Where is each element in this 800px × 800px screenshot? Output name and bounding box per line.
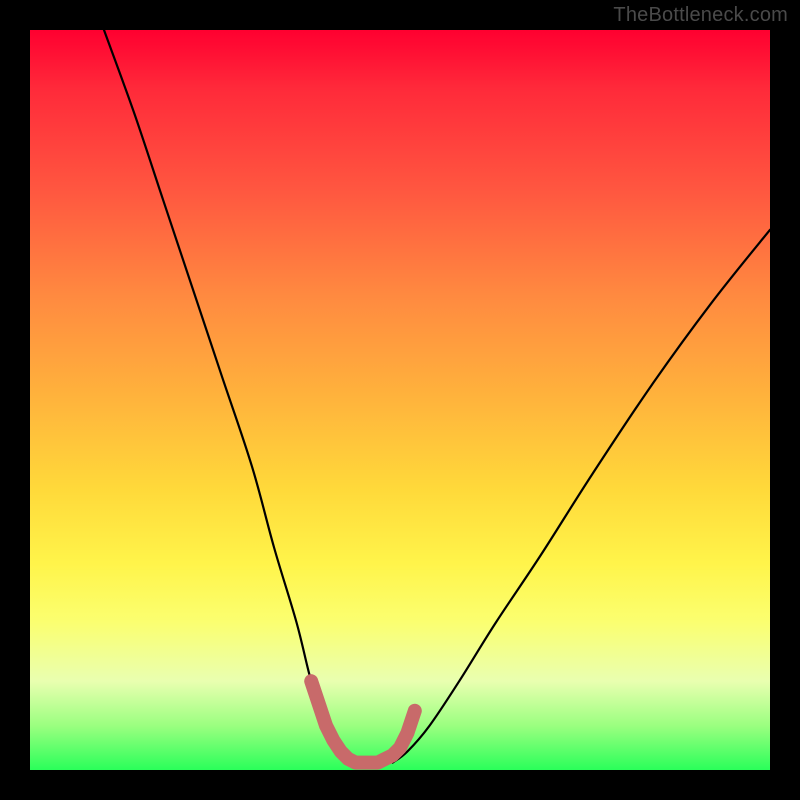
- curve-group: [104, 30, 770, 763]
- watermark-text: TheBottleneck.com: [613, 4, 788, 27]
- curve-right-path: [393, 230, 770, 763]
- plot-area: [30, 30, 770, 770]
- curve-left-path: [104, 30, 348, 763]
- chart-frame: TheBottleneck.com: [0, 0, 800, 800]
- bottleneck-curve-svg: [30, 30, 770, 770]
- marker-cluster-path: [311, 681, 415, 762]
